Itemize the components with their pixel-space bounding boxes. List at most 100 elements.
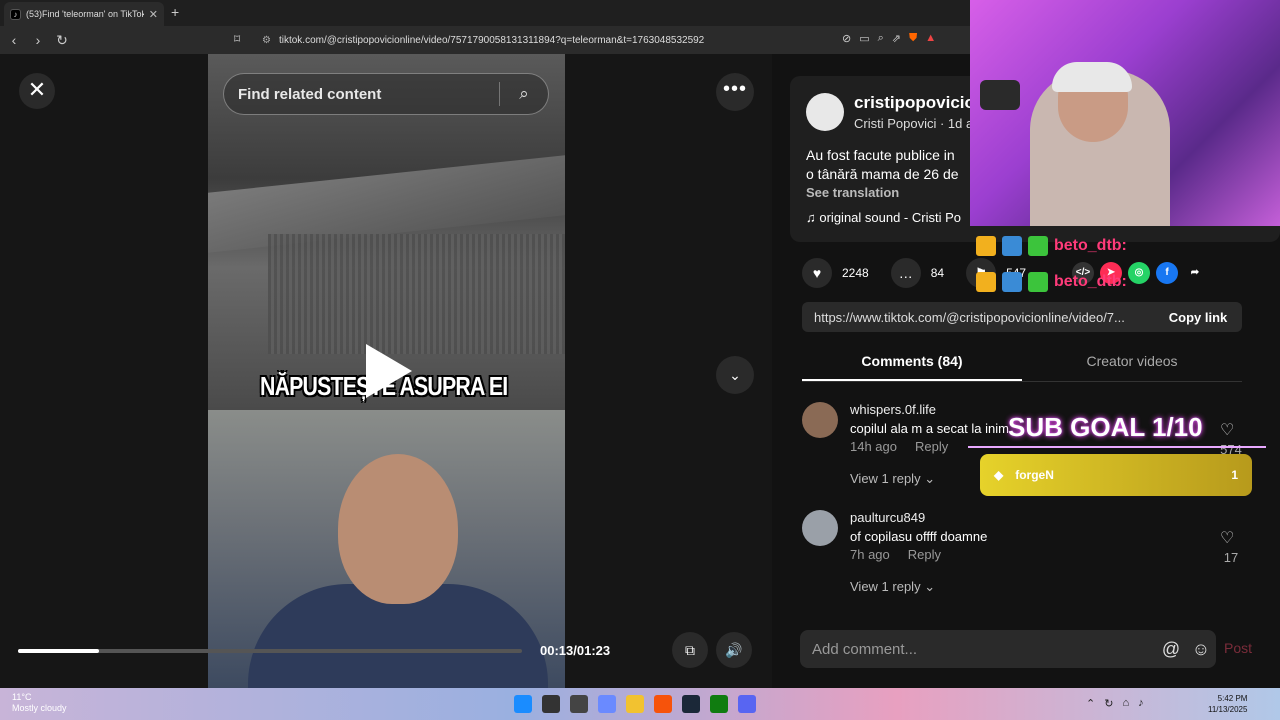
- commenter-name[interactable]: whispers.0f.life: [850, 402, 936, 417]
- xbox-icon[interactable]: [710, 695, 728, 713]
- chat-username: beto_dtb:: [1054, 237, 1127, 254]
- start-icon[interactable]: [514, 695, 532, 713]
- brave-icon[interactable]: [654, 695, 672, 713]
- steam-icon[interactable]: [682, 695, 700, 713]
- bookmark-icon[interactable]: ⌑: [234, 32, 240, 46]
- post-button[interactable]: Post: [1224, 640, 1252, 656]
- copilot-icon[interactable]: [598, 695, 616, 713]
- explorer-icon[interactable]: [626, 695, 644, 713]
- search-taskbar-icon[interactable]: [542, 695, 560, 713]
- network-icon[interactable]: ⌂: [1122, 697, 1129, 710]
- see-translation-link[interactable]: See translation: [806, 185, 899, 200]
- volume-button[interactable]: 🔊: [716, 632, 752, 668]
- crown-badge-icon: [976, 272, 996, 292]
- play-icon[interactable]: [366, 344, 412, 398]
- volume-tray-icon[interactable]: ♪: [1138, 697, 1144, 710]
- pip-button[interactable]: ⧉: [672, 632, 708, 668]
- mention-icon[interactable]: @: [1156, 639, 1186, 660]
- close-button[interactable]: ✕: [19, 73, 55, 109]
- user-icon: ◆: [994, 468, 1004, 482]
- reply-button[interactable]: Reply: [915, 439, 948, 454]
- tab-creator-videos[interactable]: Creator videos: [1022, 346, 1242, 381]
- goal-divider: [968, 446, 1266, 448]
- streamer-webcam: [970, 0, 1280, 226]
- author-avatar[interactable]: [806, 93, 844, 131]
- comment-like-icon[interactable]: ♡: [1220, 420, 1234, 440]
- site-info-icon[interactable]: ⚙: [262, 35, 271, 46]
- share-page-icon[interactable]: ⇗: [892, 32, 901, 45]
- emoji-icon[interactable]: ☺: [1186, 639, 1216, 660]
- widgets-icon[interactable]: [570, 695, 588, 713]
- whatsapp-icon[interactable]: ◎: [1128, 262, 1150, 284]
- goal-user: forgeN: [1015, 468, 1054, 482]
- more-options-button[interactable]: •••: [716, 73, 754, 111]
- facebook-icon[interactable]: f: [1156, 262, 1178, 284]
- like-icon[interactable]: ♥: [802, 258, 832, 288]
- copy-link-bar: https://www.tiktok.com/@cristipopovicion…: [802, 302, 1242, 332]
- windows-taskbar: 11°C Mostly cloudy ⌃ ↻ ⌂ ♪ 5:42 PM 11/13…: [0, 688, 1280, 720]
- goal-count: 1: [1231, 468, 1238, 482]
- sub-goal-bar: ◆ forgeN 1: [980, 454, 1252, 496]
- gift-badge-icon: [1028, 236, 1048, 256]
- like-count: 2248: [842, 266, 869, 280]
- next-video-button[interactable]: ⌄: [716, 356, 754, 394]
- comment-placeholder: Add comment...: [812, 640, 918, 658]
- rewards-icon[interactable]: ▲: [925, 32, 936, 45]
- comment-text: copilul ala m a secat la inim: [850, 421, 1009, 436]
- view-replies-button[interactable]: View 1 reply ⌄: [850, 579, 935, 595]
- music-note-icon: ♫: [806, 210, 816, 225]
- system-tray: ⌃ ↻ ⌂ ♪: [1086, 697, 1144, 710]
- comment-icon[interactable]: …: [890, 258, 921, 288]
- url-text: tiktok.com/@cristipopovicionline/video/7…: [278, 34, 705, 46]
- search-input[interactable]: Find related content: [238, 86, 499, 103]
- system-clock[interactable]: 5:42 PM 11/13/2025: [1208, 693, 1247, 715]
- comment-input[interactable]: Add comment... @ ☺: [800, 630, 1216, 668]
- chevron-down-icon: ⌄: [924, 579, 936, 594]
- no-tracking-icon[interactable]: ⊘: [842, 32, 851, 45]
- sync-icon[interactable]: ↻: [1104, 697, 1113, 710]
- reply-button[interactable]: Reply: [908, 547, 941, 562]
- video-frame[interactable]: NĂPUSTEȘTE ASUPRA EI: [208, 54, 565, 688]
- forward-icon[interactable]: ›: [28, 32, 48, 48]
- back-icon[interactable]: ‹: [4, 32, 24, 48]
- copy-link-button[interactable]: Copy link: [1154, 310, 1242, 325]
- chevron-up-icon[interactable]: ⌃: [1086, 697, 1095, 710]
- brave-shield-icon[interactable]: ⛊: [909, 32, 917, 45]
- tab-title: (53)Find 'teleorman' on TikTok |: [26, 9, 144, 19]
- related-search[interactable]: Find related content ⌕: [223, 73, 549, 115]
- browser-tab[interactable]: ♪ (53)Find 'teleorman' on TikTok | ✕: [4, 2, 164, 26]
- sound-link[interactable]: ♫ original sound - Cristi Po: [806, 210, 961, 225]
- author-subline: Cristi Popovici · 1d ago: [854, 116, 988, 131]
- weather-widget[interactable]: 11°C Mostly cloudy: [12, 692, 67, 714]
- comment-text: of copilasu offff doamne: [850, 529, 988, 544]
- video-player: ✕ NĂPUSTEȘTE ASUPRA EI Find related cont…: [0, 54, 772, 688]
- time-display: 00:13/01:23: [540, 643, 611, 658]
- new-tab-button[interactable]: +: [171, 4, 179, 20]
- view-replies-button[interactable]: View 1 reply ⌄: [850, 471, 935, 487]
- chat-username: beto_dtb:: [1054, 273, 1127, 290]
- commenter-name[interactable]: paulturcu849: [850, 510, 925, 525]
- comment-like-icon[interactable]: ♡: [1220, 528, 1234, 548]
- extension-icons: ⊘ ▭ ⌕ ⇗ ⛊ ▲: [842, 32, 936, 45]
- commenter-avatar[interactable]: [802, 510, 838, 546]
- comment-like-count: 17: [1223, 550, 1239, 565]
- robot-badge-icon: [1002, 236, 1022, 256]
- tab-comments[interactable]: Comments (84): [802, 346, 1022, 381]
- commenter-avatar[interactable]: [802, 402, 838, 438]
- discord-icon[interactable]: [738, 695, 756, 713]
- reload-icon[interactable]: ↻: [52, 32, 72, 49]
- comment-meta: 14h ago Reply: [850, 439, 949, 454]
- chat-message: beto_dtb:: [976, 236, 1127, 256]
- crown-badge-icon: [976, 236, 996, 256]
- taskbar-apps: [514, 695, 756, 713]
- cast-icon[interactable]: ▭: [859, 32, 869, 45]
- gift-badge-icon: [1028, 272, 1048, 292]
- close-tab-icon[interactable]: ✕: [149, 8, 158, 21]
- chevron-down-icon: ⌄: [924, 471, 936, 486]
- progress-bar[interactable]: [18, 649, 522, 653]
- zoom-icon[interactable]: ⌕: [878, 32, 884, 45]
- search-icon[interactable]: ⌕: [500, 84, 548, 104]
- robot-badge-icon: [1002, 272, 1022, 292]
- share-icon[interactable]: ➦: [1184, 262, 1206, 284]
- share-url: https://www.tiktok.com/@cristipopovicion…: [814, 309, 1125, 325]
